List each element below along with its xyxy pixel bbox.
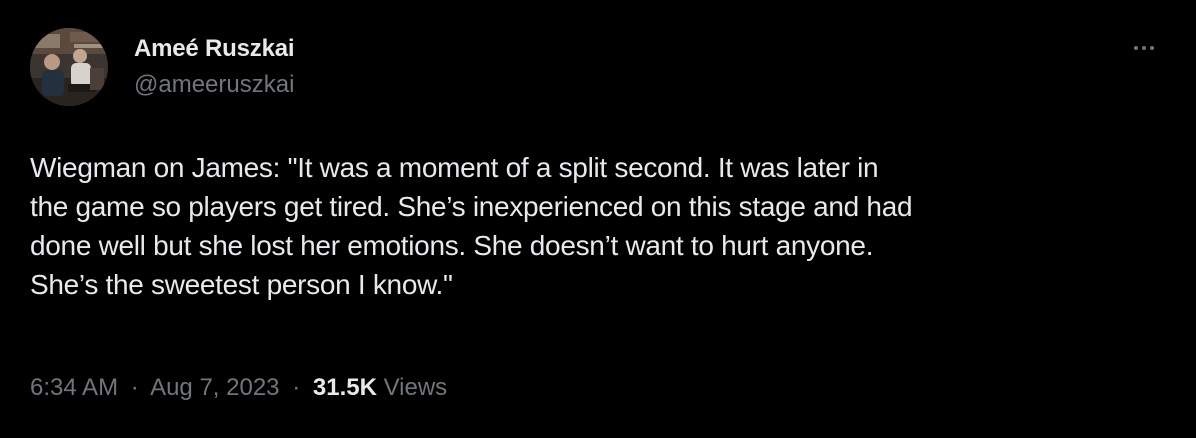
tweet-date[interactable]: Aug 7, 2023	[150, 374, 279, 401]
more-horizontal-icon-dot	[1142, 46, 1146, 50]
author-block: Ameé Ruszkai @ameeruszkai	[134, 34, 295, 100]
tweet-card: Ameé Ruszkai @ameeruszkai Wiegman on Jam…	[0, 0, 1196, 438]
more-horizontal-icon	[1134, 46, 1138, 50]
author-display-name[interactable]: Ameé Ruszkai	[134, 34, 295, 64]
tweet-time[interactable]: 6:34 AM	[30, 374, 118, 401]
views-count[interactable]: 31.5K	[313, 374, 377, 401]
more-options-button[interactable]	[1126, 36, 1162, 60]
more-horizontal-icon-dot	[1150, 46, 1154, 50]
views-label: Views	[383, 374, 448, 401]
meta-separator: ·	[130, 374, 139, 401]
tweet-text: Wiegman on James: "It was a moment of a …	[30, 152, 913, 300]
author-handle[interactable]: @ameeruszkai	[134, 70, 294, 100]
profile-photo	[30, 28, 108, 106]
avatar[interactable]	[30, 28, 108, 106]
meta-separator: ·	[292, 374, 301, 401]
tweet-meta: 6:34 AM · Aug 7, 2023 · 31.5K Views	[30, 372, 447, 404]
